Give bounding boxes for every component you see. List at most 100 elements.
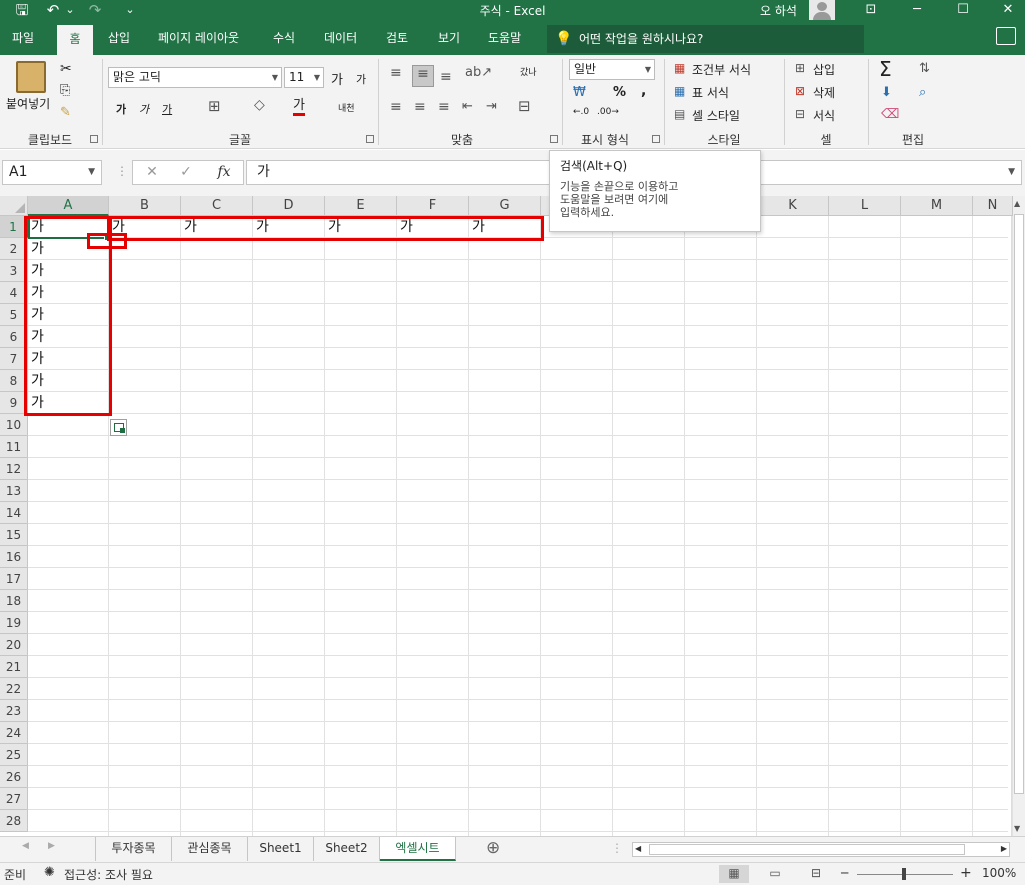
insert-cells-button[interactable]: 삽입	[813, 61, 835, 78]
format-painter-icon[interactable]: ✎	[60, 105, 71, 120]
row-header-16[interactable]: 16	[0, 546, 28, 568]
ribbon-display-icon[interactable]: ⊡	[848, 0, 894, 22]
borders-icon[interactable]: ⊞	[208, 97, 221, 115]
tab-review[interactable]: 검토	[378, 22, 416, 55]
worksheet-grid[interactable]: ▲ ▼ ABCDEFGHIJKLMN1234567891011121314151…	[0, 196, 1025, 836]
decrease-decimal-icon[interactable]: .00→	[597, 107, 619, 117]
scroll-sheets-right-icon[interactable]: ▶	[48, 841, 55, 851]
alignment-launcher-icon[interactable]	[550, 135, 558, 143]
scroll-down-icon[interactable]: ▼	[1014, 824, 1020, 833]
autofill-options-icon[interactable]	[110, 419, 127, 436]
shrink-font-button[interactable]: 가	[356, 71, 366, 87]
scroll-up-icon[interactable]: ▲	[1014, 199, 1020, 208]
row-header-25[interactable]: 25	[0, 744, 28, 766]
row-header-12[interactable]: 12	[0, 458, 28, 480]
new-sheet-button[interactable]: ⊕	[486, 838, 500, 858]
zoom-out-button[interactable]: ─	[841, 866, 848, 880]
tab-file[interactable]: 파일	[4, 22, 42, 55]
scroll-left-icon[interactable]: ◀	[635, 844, 641, 853]
copy-icon[interactable]: ⎘	[60, 83, 70, 98]
scroll-right-icon[interactable]: ▶	[1001, 844, 1007, 853]
number-launcher-icon[interactable]	[652, 135, 660, 143]
increase-indent-icon[interactable]: ⇥	[486, 99, 497, 114]
column-header-f[interactable]: F	[397, 196, 469, 216]
user-name[interactable]: 오 하석	[760, 2, 797, 19]
number-format-select[interactable]: 일반 ▼	[569, 59, 655, 80]
sheet-tab[interactable]: 관심종목	[172, 837, 248, 861]
find-select-icon[interactable]: ⌕	[919, 85, 926, 100]
clear-icon[interactable]: ⌫	[881, 107, 899, 122]
row-header-10[interactable]: 10	[0, 414, 28, 436]
accessibility-status[interactable]: 접근성: 조사 필요	[64, 866, 153, 883]
row-header-27[interactable]: 27	[0, 788, 28, 810]
accounting-format-icon[interactable]: ₩	[573, 85, 586, 100]
decrease-indent-icon[interactable]: ⇤	[462, 99, 473, 114]
sort-filter-icon[interactable]: ⇅	[919, 61, 930, 76]
row-header-17[interactable]: 17	[0, 568, 28, 590]
column-header-e[interactable]: E	[325, 196, 397, 216]
sheet-tab[interactable]: Sheet1	[248, 837, 314, 861]
fill-icon[interactable]: ⬇	[881, 85, 892, 100]
paste-button[interactable]: 붙여넣기	[6, 95, 50, 112]
close-button[interactable]: ✕	[985, 0, 1025, 22]
zoom-in-button[interactable]: +	[960, 865, 972, 881]
align-bottom-icon[interactable]: ≡	[440, 69, 452, 85]
align-right-icon[interactable]: ≡	[438, 99, 450, 115]
phonetic-guide-button[interactable]: 내천	[338, 101, 355, 114]
align-center-icon[interactable]: ≡	[414, 99, 426, 115]
row-header-24[interactable]: 24	[0, 722, 28, 744]
column-header-m[interactable]: M	[901, 196, 973, 216]
row-header-18[interactable]: 18	[0, 590, 28, 612]
merge-center-icon[interactable]: ⊟	[518, 97, 531, 115]
row-header-14[interactable]: 14	[0, 502, 28, 524]
cell-styles-button[interactable]: 셀 스타일	[692, 107, 740, 124]
comments-icon[interactable]	[996, 27, 1016, 45]
row-header-23[interactable]: 23	[0, 700, 28, 722]
font-name-select[interactable]: 맑은 고딕 ▼	[108, 67, 282, 88]
row-header-13[interactable]: 13	[0, 480, 28, 502]
format-cells-button[interactable]: 서식	[813, 107, 835, 124]
tab-page-layout[interactable]: 페이지 레이아웃	[150, 22, 247, 55]
tab-split-handle[interactable]: ⋮	[611, 841, 623, 855]
format-as-table-button[interactable]: 표 서식	[692, 84, 729, 101]
avatar[interactable]	[809, 0, 835, 20]
align-top-icon[interactable]: ≡	[390, 65, 402, 81]
horizontal-scrollbar[interactable]: ◀ ▶	[632, 842, 1010, 857]
scroll-thumb[interactable]	[649, 844, 965, 855]
minimize-button[interactable]: ─	[894, 0, 940, 22]
clipboard-launcher-icon[interactable]	[90, 135, 98, 143]
row-header-15[interactable]: 15	[0, 524, 28, 546]
row-header-20[interactable]: 20	[0, 634, 28, 656]
zoom-level[interactable]: 100%	[982, 866, 1016, 880]
enter-icon[interactable]: ✓	[171, 161, 201, 184]
italic-button[interactable]: 가	[139, 101, 149, 117]
column-header-b[interactable]: B	[109, 196, 181, 216]
sheet-tab[interactable]: 투자종목	[96, 837, 172, 861]
row-header-19[interactable]: 19	[0, 612, 28, 634]
zoom-slider-handle[interactable]	[902, 868, 906, 880]
font-size-select[interactable]: 11 ▼	[284, 67, 324, 88]
maximize-button[interactable]: ☐	[940, 0, 986, 22]
fill-color-icon[interactable]: ◇	[254, 97, 265, 113]
select-all-button[interactable]	[0, 196, 28, 216]
column-header-a[interactable]: A	[28, 196, 109, 216]
name-box[interactable]: A1 ▼	[2, 160, 102, 185]
autosum-icon[interactable]: Σ	[879, 57, 892, 81]
page-break-preview-icon[interactable]: ⊟	[801, 865, 831, 883]
tab-formulas[interactable]: 수식	[265, 22, 303, 55]
row-header-22[interactable]: 22	[0, 678, 28, 700]
column-header-k[interactable]: K	[757, 196, 829, 216]
wrap-text-button[interactable]: 갔나	[520, 65, 537, 78]
cancel-icon[interactable]: ✕	[137, 161, 167, 184]
increase-decimal-icon[interactable]: ←.0	[573, 107, 589, 117]
delete-cells-button[interactable]: 삭제	[813, 84, 835, 101]
orientation-icon[interactable]: ab↗	[465, 65, 492, 80]
row-header-11[interactable]: 11	[0, 436, 28, 458]
column-header-g[interactable]: G	[469, 196, 541, 216]
scroll-sheets-left-icon[interactable]: ◀	[22, 841, 29, 851]
sheet-tab[interactable]: 엑셀시트	[380, 837, 456, 861]
expand-formula-bar-icon[interactable]: ▼	[1008, 161, 1015, 184]
tab-help[interactable]: 도움말	[480, 22, 529, 55]
row-header-26[interactable]: 26	[0, 766, 28, 788]
normal-view-icon[interactable]: ▦	[719, 865, 749, 883]
